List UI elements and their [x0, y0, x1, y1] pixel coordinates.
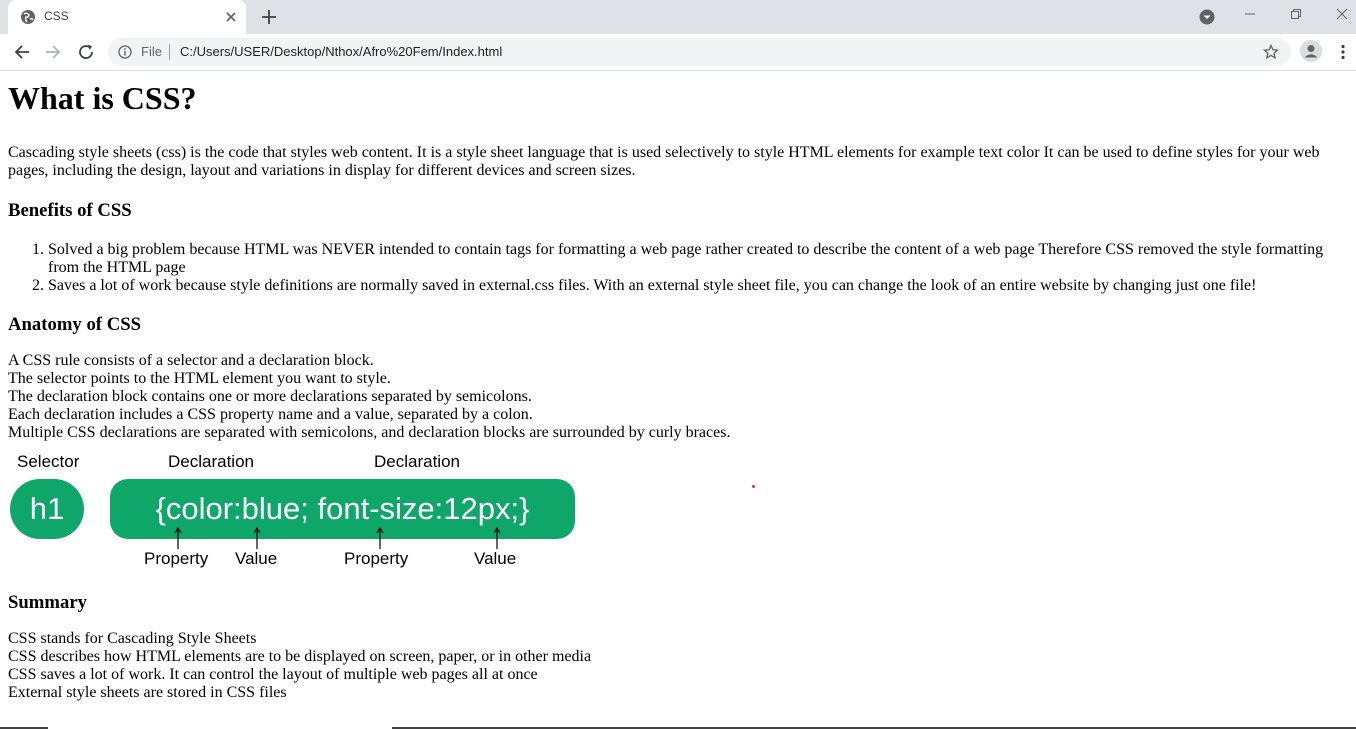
- anatomy-line: The selector points to the HTML element …: [8, 370, 391, 387]
- anatomy-line: The declaration block contains one or mo…: [8, 388, 532, 405]
- tab-css[interactable]: CSS: [8, 0, 246, 34]
- minimize-icon: [1245, 13, 1255, 15]
- forward-arrow-icon[interactable]: [43, 42, 63, 62]
- selector-pill: h1: [10, 479, 84, 539]
- anatomy-line: A CSS rule consists of a selector and a …: [8, 352, 374, 369]
- address-divider: [169, 44, 170, 60]
- tab-search-icon[interactable]: [1199, 9, 1215, 25]
- address-bar[interactable]: File C:/Users/USER/Desktop/Nthox/Afro%20…: [108, 38, 1291, 66]
- summary-text: CSS stands for Cascading Style Sheets CS…: [8, 630, 908, 702]
- minimize-button[interactable]: [1227, 0, 1273, 30]
- declaration-label: Declaration: [168, 452, 254, 471]
- summary-line: External style sheets are stored in CSS …: [8, 684, 287, 701]
- bookmark-star-icon[interactable]: [1263, 44, 1279, 60]
- property-label: Property: [344, 549, 409, 568]
- summary-line: CSS stands for Cascading Style Sheets: [8, 630, 257, 647]
- more-menu-icon[interactable]: [1336, 44, 1350, 60]
- browser-toolbar: File C:/Users/USER/Desktop/Nthox/Afro%20…: [0, 34, 1356, 71]
- summary-line: CSS describes how HTML elements are to b…: [8, 648, 592, 665]
- arrow-up-icon: [493, 527, 501, 549]
- benefits-heading: Benefits of CSS: [8, 200, 132, 221]
- css-rule-diagram: Selector Declaration Declaration h1 {col…: [8, 450, 588, 575]
- restore-icon: [1291, 9, 1301, 19]
- anatomy-heading: Anatomy of CSS: [8, 314, 142, 335]
- anatomy-line: Multiple CSS declarations are separated …: [8, 424, 731, 441]
- value-label: Value: [474, 549, 517, 568]
- info-icon[interactable]: [118, 45, 132, 59]
- summary-line: CSS saves a lot of work. It can control …: [8, 666, 538, 683]
- restore-button[interactable]: [1273, 0, 1319, 30]
- close-window-button[interactable]: [1319, 0, 1356, 30]
- red-dot: [752, 485, 755, 488]
- arrow-up-icon: [376, 527, 384, 549]
- declaration-label: Declaration: [374, 452, 460, 471]
- url-text[interactable]: C:/Users/USER/Desktop/Nthox/Afro%20Fem/I…: [180, 44, 502, 59]
- file-scheme-label: File: [141, 44, 162, 59]
- new-tab-icon[interactable]: [260, 8, 278, 26]
- anatomy-text: A CSS rule consists of a selector and a …: [8, 352, 1338, 442]
- value-label: Value: [235, 549, 278, 568]
- arrow-up-icon: [253, 527, 261, 549]
- page-content: What is CSS? Cascading style sheets (css…: [8, 70, 1338, 442]
- intro-paragraph: Cascading style sheets (css) is the code…: [8, 144, 1320, 179]
- benefits-list: Solved a big problem because HTML was NE…: [8, 241, 1338, 295]
- list-item: Saves a lot of work because style defini…: [48, 277, 1338, 295]
- profile-avatar-icon[interactable]: [1300, 40, 1322, 62]
- reload-icon[interactable]: [76, 42, 96, 62]
- list-item: Solved a big problem because HTML was NE…: [48, 241, 1338, 277]
- globe-icon: [21, 10, 35, 24]
- property-label: Property: [144, 549, 209, 568]
- back-arrow-icon[interactable]: [12, 42, 32, 62]
- arrow-up-icon: [174, 527, 182, 549]
- tab-strip: CSS: [0, 0, 1356, 34]
- selector-label: Selector: [17, 452, 80, 471]
- summary-heading: Summary: [8, 592, 87, 613]
- summary-section: Summary CSS stands for Cascading Style S…: [8, 592, 908, 702]
- close-icon: [1336, 8, 1348, 20]
- tab-title: CSS: [44, 9, 69, 23]
- page-title: What is CSS?: [8, 80, 197, 116]
- anatomy-line: Each declaration includes a CSS property…: [8, 406, 533, 423]
- close-tab-icon[interactable]: [224, 10, 238, 24]
